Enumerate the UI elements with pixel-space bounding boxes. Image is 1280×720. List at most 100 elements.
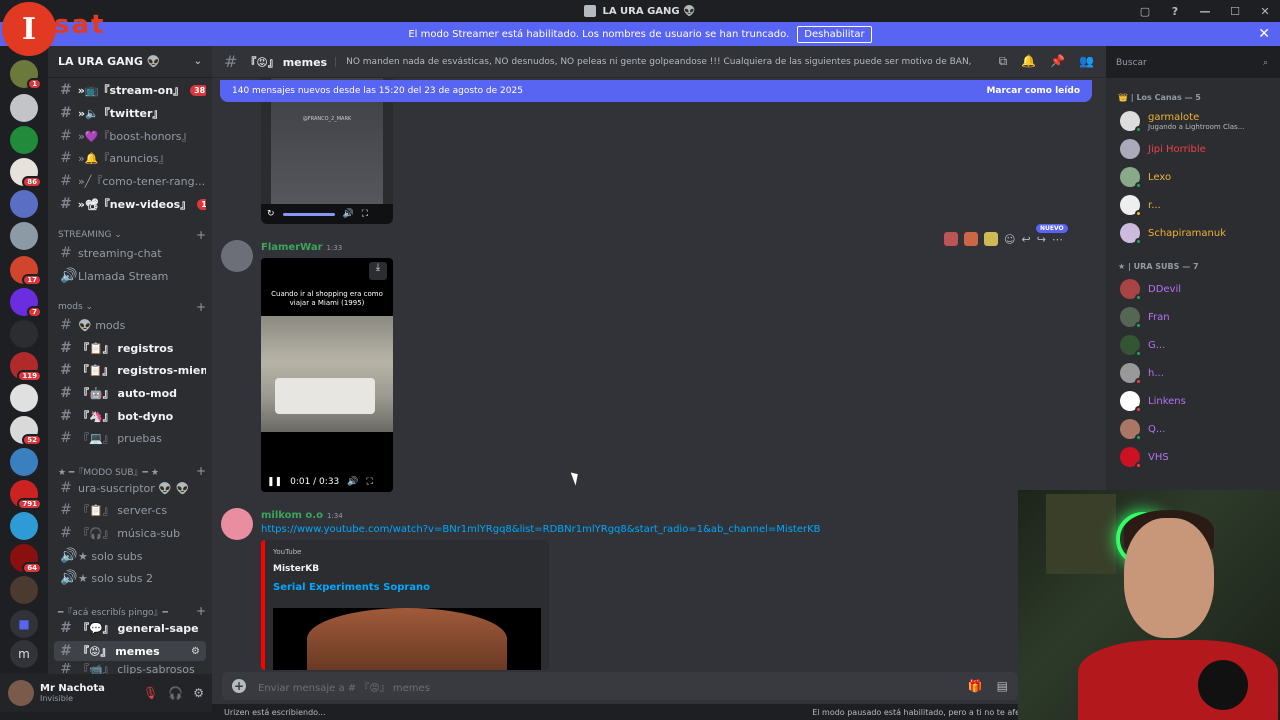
server-icon[interactable]: 7 [10,288,42,318]
volume-icon[interactable]: 🔊 [343,209,354,219]
gear-icon[interactable]: ⚙ [191,646,200,657]
bell-icon[interactable]: 🔔 [1021,54,1036,69]
inbox-icon[interactable]: ▢ [1130,5,1160,18]
member-item[interactable]: Jipi Horrible [1120,136,1270,162]
gift-icon[interactable]: 🎁 [968,679,983,693]
member-item[interactable]: Lexo [1120,164,1270,190]
volume-slider[interactable] [282,212,335,216]
channel-topic[interactable]: NO manden nada de esvásticas, NO desnudo… [335,56,975,67]
mark-as-read-button[interactable]: Marcar como leído [986,86,1080,96]
channel-stream-on[interactable]: # »📺『stream-on』 38 [54,80,206,100]
member-item[interactable]: h... [1120,360,1270,386]
server-icon[interactable]: 791 [10,480,42,510]
server-icon[interactable]: 1 [10,60,42,90]
reply-icon[interactable]: ↩ [1021,233,1030,246]
channel-como-tener-rango[interactable]: # »╱『como-tener-rang... [54,171,206,191]
channel-pruebas[interactable]: # 『💻』 pruebas [54,428,206,448]
members-icon[interactable]: 👥 [1079,54,1094,69]
channel-registros[interactable]: # 『📋』 registros [54,338,206,358]
voice-channel-solo-subs[interactable]: 🔊 ★ solo subs [54,546,206,566]
download-icon[interactable]: ⤓ [369,262,387,280]
avatar[interactable] [221,240,253,272]
category-modo-sub[interactable]: ★ ━『MODO SUB』━ ★ + [58,464,206,478]
channel-server-cs[interactable]: # 『📋』 server-cs [54,500,206,520]
video-attachment[interactable]: ⤓ Cuando ir al shopping era como viajar … [261,258,393,492]
voice-channel-llamada-stream[interactable]: 🔊 Llamada Stream [54,266,206,286]
folder-icon[interactable]: ■ [10,610,38,638]
add-channel-icon[interactable]: + [196,228,206,242]
channel-streaming-chat[interactable]: # streaming-chat [54,243,206,263]
channel-new-videos[interactable]: #»📽『new-videos』14 [54,194,206,214]
headphones-icon[interactable]: 🎧 [168,686,183,700]
more-icon[interactable]: ⋯ [1052,233,1063,246]
reaction-icon[interactable] [964,232,978,246]
channel-registros-miembros[interactable]: #『📋』 registros-miem... [54,360,206,380]
fullscreen-icon[interactable]: ⛶ [362,209,368,219]
add-reaction-icon[interactable]: ☺ [1004,233,1015,246]
server-icon[interactable] [10,512,38,540]
server-icon[interactable]: 52 [10,416,42,446]
category-streaming[interactable]: STREAMING ⌄ + [58,228,206,242]
search-input[interactable]: Buscar ⌕ [1110,53,1274,73]
add-channel-icon[interactable]: + [196,604,206,618]
channel-boost-honors[interactable]: # »💜『boost-honors』 [54,126,206,146]
volume-icon[interactable]: 🔊 [347,477,358,487]
server-icon[interactable]: 64 [10,544,42,574]
channel-musica-sub[interactable]: # 『🎧』 música-sub [54,523,206,543]
message-author[interactable]: milkom o.o 1:34 [261,510,343,521]
add-channel-icon[interactable]: + [196,300,206,314]
category-mods[interactable]: mods ⌄ + [58,300,206,314]
server-icon[interactable]: 86 [10,158,42,188]
server-icon[interactable] [10,576,38,604]
channel-twitter[interactable]: # »🔈『twitter』 [54,103,206,123]
server-icon[interactable]: m [10,640,38,668]
server-icon[interactable] [10,384,38,412]
server-icon[interactable] [10,94,38,122]
replay-icon[interactable]: ↻ [267,209,275,219]
message-composer[interactable]: + Enviar mensaje a # 『😡』 memes 🎁 ▤ [222,672,1018,700]
add-attachment-icon[interactable]: + [232,679,246,693]
server-icon[interactable] [10,320,38,348]
server-icon[interactable] [10,222,38,250]
forward-icon[interactable]: ↪ [1037,233,1046,246]
server-icon[interactable]: 17 [10,256,42,286]
embed-title[interactable]: Serial Experiments Soprano [273,582,430,593]
member-item[interactable]: G... [1120,332,1270,358]
gif-icon[interactable]: ▤ [997,679,1008,693]
member-item[interactable]: DDevil [1120,276,1270,302]
pause-icon[interactable]: ❚❚ [267,477,282,487]
maximize-button[interactable]: ☐ [1220,5,1250,18]
reaction-icon[interactable] [984,232,998,246]
member-item[interactable]: r... [1120,192,1270,218]
member-item[interactable]: Q... [1120,416,1270,442]
message-link[interactable]: https://www.youtube.com/watch?v=BNr1mlYR… [261,524,821,535]
embed-thumbnail[interactable] [273,608,541,670]
channel-anuncios[interactable]: # »🔔『anuncios』 [54,148,206,168]
close-icon[interactable]: ✕ [1258,26,1270,42]
member-item[interactable]: Linkens [1120,388,1270,414]
threads-icon[interactable]: ⧉ [999,54,1008,69]
disable-streamer-button[interactable]: Deshabilitar [797,25,872,43]
channel-mods[interactable]: # 👽 mods [54,315,206,335]
pin-icon[interactable]: 📌 [1050,54,1065,69]
member-item[interactable]: garmalote Jugando a Lightroom Clas... [1120,108,1270,134]
embed-author[interactable]: MisterKB [273,564,319,574]
channel-memes[interactable]: # 『😡』 memes ⚙ [54,641,206,661]
channel-auto-mod[interactable]: # 『🤖』 auto-mod [54,383,206,403]
avatar[interactable] [8,680,34,706]
new-messages-bar[interactable]: 140 mensajes nuevos desde las 15:20 del … [220,80,1092,102]
channel-ura-suscriptor[interactable]: # ura-suscriptor 👽 👽 [54,478,206,498]
member-item[interactable]: Fran [1120,304,1270,330]
add-channel-icon[interactable]: + [196,464,206,478]
close-window-button[interactable]: ✕ [1250,5,1280,18]
minimize-button[interactable]: — [1190,5,1220,18]
fullscreen-icon[interactable]: ⛶ [367,477,373,487]
member-item[interactable]: VHS [1120,444,1270,470]
message-author[interactable]: FlamerWar 1:33 [261,242,342,253]
server-icon[interactable] [10,448,38,476]
server-icon[interactable] [10,190,38,218]
server-icon[interactable] [10,126,38,154]
help-icon[interactable]: ? [1160,5,1190,18]
avatar[interactable] [221,508,253,540]
channel-clips-sabrosos[interactable]: # 『📹』 clips-sabrosos [54,663,206,674]
